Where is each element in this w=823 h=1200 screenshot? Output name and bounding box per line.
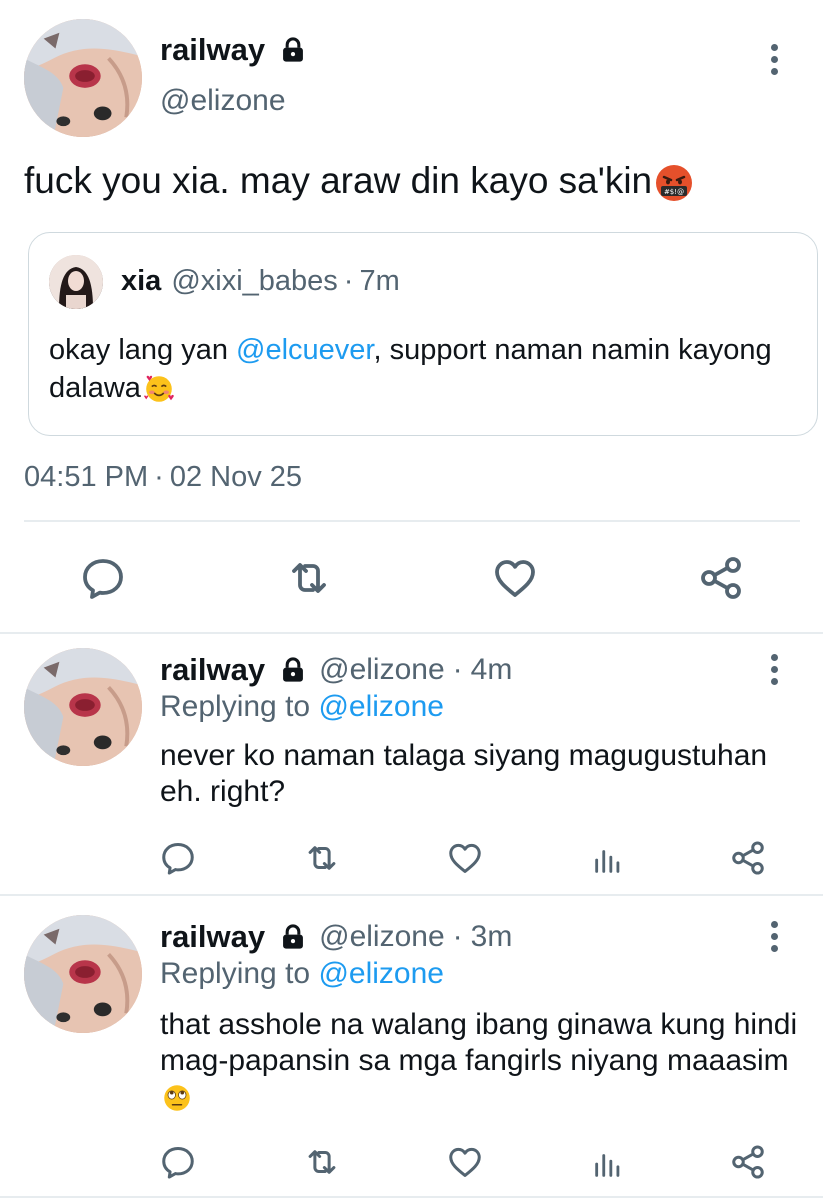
retweet-icon [303, 839, 341, 877]
reply-button[interactable] [158, 1142, 198, 1182]
reply-header: railway @elizone · 4m [160, 652, 512, 688]
retweet-icon [285, 554, 333, 602]
retweet-button[interactable] [284, 553, 334, 603]
reply-text-content: that asshole na walang ibang ginawa kung… [160, 1008, 798, 1077]
retweet-button[interactable] [302, 838, 342, 878]
reply-text: that asshole na walang ibang ginawa kung… [160, 1007, 810, 1115]
quoted-header: xia @xixi_babes · 7m [121, 265, 400, 298]
cursing-face-emoji: #$!@ [656, 165, 693, 202]
reply-timestamp: 3m [470, 920, 513, 953]
reply-button[interactable] [158, 838, 198, 878]
quoted-name[interactable]: xia [121, 265, 161, 298]
lock-icon [279, 923, 307, 951]
reply-button[interactable] [78, 553, 128, 603]
lock-icon [279, 36, 307, 64]
separator-dot: · [343, 265, 354, 297]
replying-to: Replying to @elizone [160, 690, 444, 724]
reply-header: railway @elizone · 3m [160, 919, 512, 955]
smiling-face-with-hearts-emoji [144, 376, 174, 403]
more-options-icon[interactable] [768, 44, 780, 80]
replying-to-link[interactable]: @elizone [318, 690, 444, 723]
author-name[interactable]: railway [160, 652, 265, 688]
divider [0, 894, 823, 896]
retweet-icon [303, 1143, 341, 1181]
divider [0, 1196, 823, 1198]
quoted-tweet[interactable]: xia @xixi_babes · 7m okay lang yan @elcu… [28, 232, 818, 436]
avatar[interactable] [24, 648, 142, 766]
author-handle[interactable]: @elizone [160, 84, 286, 118]
divider [0, 632, 823, 634]
separator-dot: · [154, 461, 164, 493]
divider [24, 520, 800, 522]
share-button[interactable] [696, 553, 746, 603]
like-icon [446, 839, 484, 877]
reply-timestamp: 4m [470, 653, 513, 686]
reply-text: never ko naman talaga siyang magugustuha… [160, 739, 768, 808]
tweet-text-content: fuck you xia. may araw din kayo sa'kin [24, 160, 653, 201]
retweet-button[interactable] [302, 1142, 342, 1182]
author-name-text[interactable]: railway [160, 32, 265, 68]
analytics-button[interactable] [588, 1144, 628, 1184]
reply-icon [159, 1143, 197, 1181]
replying-to-link[interactable]: @elizone [318, 957, 444, 990]
analytics-icon [591, 1147, 625, 1181]
quoted-handle[interactable]: @xixi_babes [171, 265, 337, 298]
more-options-icon[interactable] [768, 654, 780, 690]
more-options-icon[interactable] [768, 921, 780, 957]
reply-icon [159, 839, 197, 877]
analytics-button[interactable] [588, 840, 628, 880]
author-handle[interactable]: @elizone [319, 653, 445, 687]
avatar[interactable] [24, 915, 142, 1033]
avatar[interactable] [24, 19, 142, 137]
separator-dot: · [452, 653, 463, 686]
share-button[interactable] [728, 1142, 768, 1182]
tweet-thread-page: railway @elizone fuck you xia. may araw … [0, 0, 823, 1200]
like-icon [446, 1143, 484, 1181]
mention-link[interactable]: @elcuever [236, 334, 373, 366]
like-button[interactable] [445, 838, 485, 878]
analytics-icon [591, 843, 625, 877]
like-button[interactable] [490, 553, 540, 603]
like-icon [491, 554, 539, 602]
share-icon [697, 554, 745, 602]
replying-to: Replying to @elizone [160, 957, 444, 991]
tweet-date: 02 Nov 25 [169, 461, 303, 493]
share-button[interactable] [728, 838, 768, 878]
tweet-time: 04:51 PM [24, 461, 149, 493]
lock-icon [279, 656, 307, 684]
quoted-timestamp: 7m [359, 265, 400, 297]
reply-icon [79, 554, 127, 602]
author-name[interactable]: railway [160, 32, 307, 68]
replying-to-label: Replying to [160, 690, 319, 723]
tweet-timestamp[interactable]: 04:51 PM · 02 Nov 25 [24, 461, 302, 494]
share-icon [729, 839, 767, 877]
quoted-text: okay lang yan @elcuever, support naman n… [49, 331, 789, 407]
author-handle[interactable]: @elizone [319, 920, 445, 954]
like-button[interactable] [445, 1142, 485, 1182]
quoted-text-before: okay lang yan [49, 334, 237, 366]
author-name[interactable]: railway [160, 919, 265, 955]
replying-to-label: Replying to [160, 957, 319, 990]
svg-text:#$!@: #$!@ [664, 188, 684, 196]
tweet-text: fuck you xia. may araw din kayo sa'kin #… [24, 160, 694, 203]
separator-dot: · [452, 920, 463, 953]
face-with-rolling-eyes-emoji [164, 1085, 190, 1111]
quoted-avatar[interactable] [49, 255, 103, 309]
share-icon [729, 1143, 767, 1181]
